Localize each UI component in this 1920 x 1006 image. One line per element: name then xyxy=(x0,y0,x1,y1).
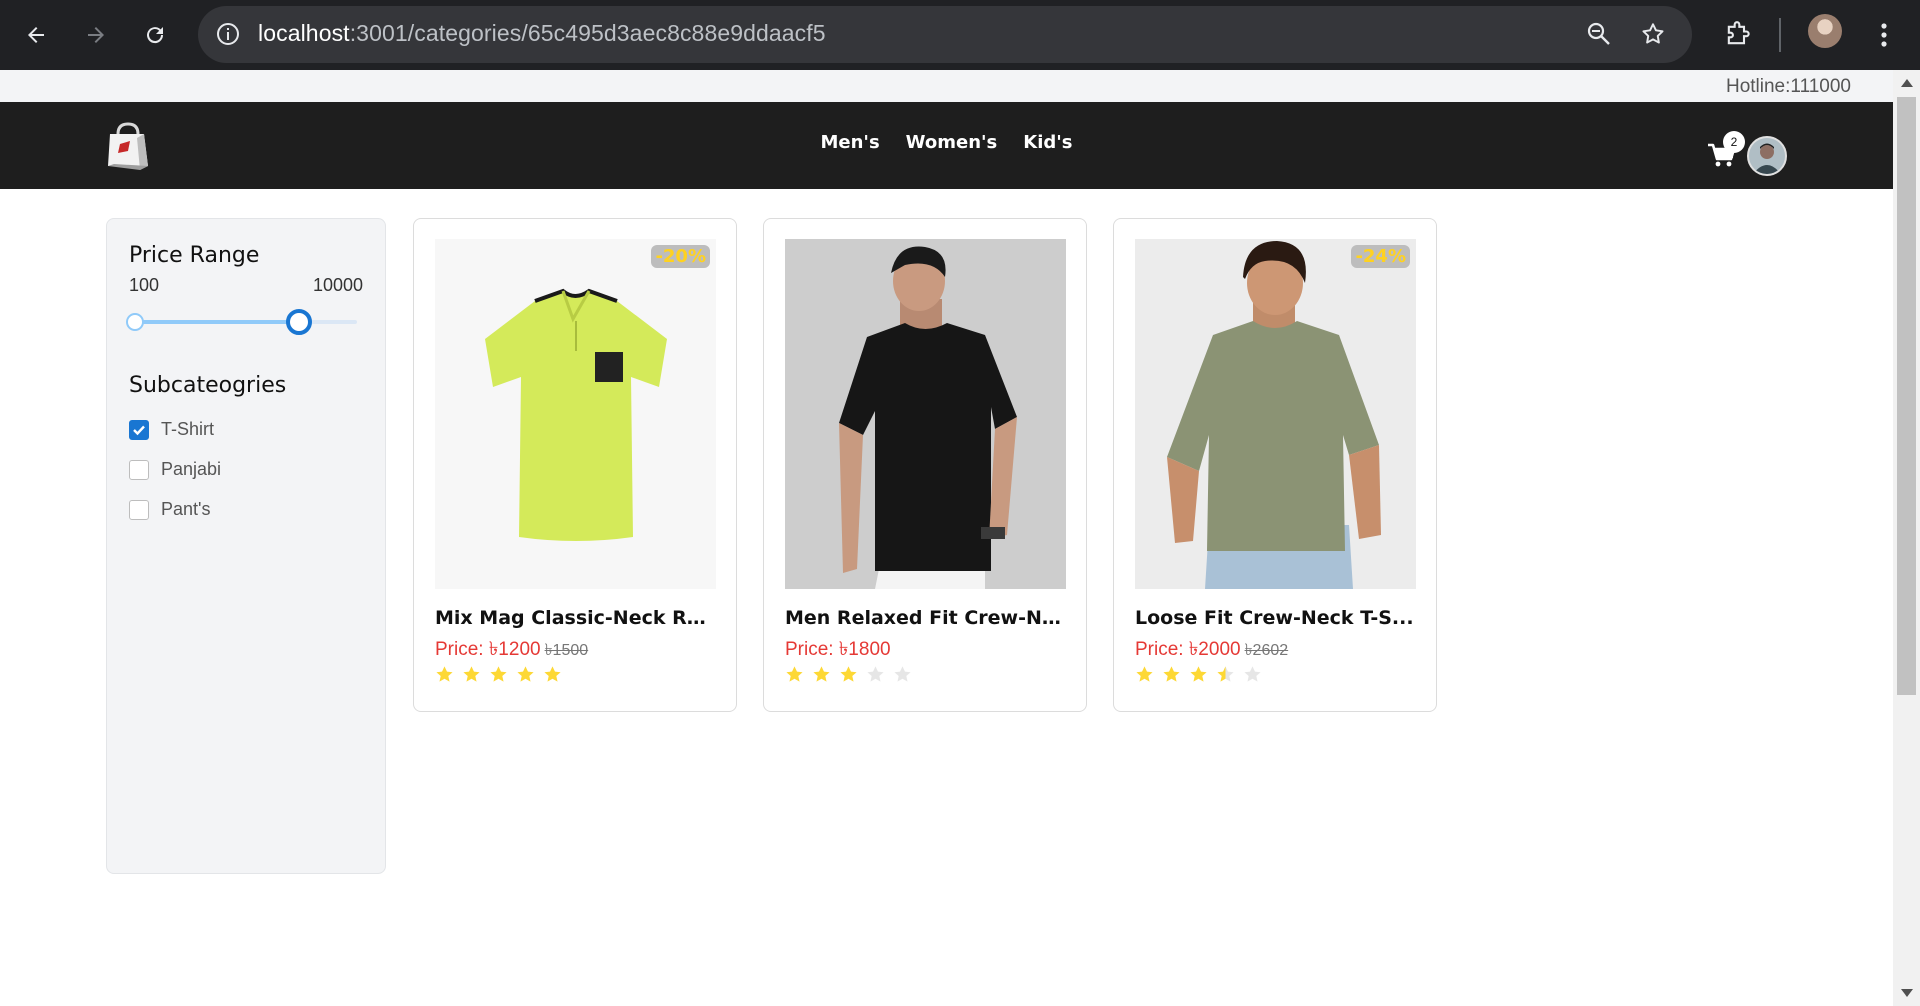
more-menu-icon[interactable] xyxy=(1863,14,1905,56)
product-card[interactable]: -20% Mix Mag Classic-Neck Re... Price: ৳… xyxy=(413,218,737,712)
star-filled-icon xyxy=(786,666,803,682)
price-slider-fill xyxy=(135,320,300,324)
current-price: Price: ৳2000 xyxy=(1135,639,1241,660)
main-navbar: Men's Women's Kid's 2 xyxy=(0,102,1893,189)
star-filled-icon xyxy=(463,666,480,682)
checkbox-panjabi[interactable] xyxy=(129,459,149,480)
web-page: Hotline:111000 Men's Women's Kid's 2 Pri… xyxy=(0,70,1893,1006)
product-title[interactable]: Men Relaxed Fit Crew-Ne... xyxy=(785,607,1067,629)
current-price: Price: ৳1800 xyxy=(785,639,891,660)
bookmark-star-icon[interactable] xyxy=(1632,13,1674,55)
price-slider-max-thumb[interactable] xyxy=(286,309,313,335)
price-range-values: 100 10000 xyxy=(129,275,363,296)
subcategory-tshirt[interactable]: T-Shirt xyxy=(129,419,214,440)
subcategory-label: Panjabi xyxy=(161,459,222,479)
star-filled-icon xyxy=(1163,666,1180,682)
star-filled-icon xyxy=(490,666,507,682)
product-card[interactable]: Men Relaxed Fit Crew-Ne... Price: ৳1800 xyxy=(763,218,1087,712)
hotline-bar: Hotline:111000 xyxy=(0,70,1893,102)
checkbox-tshirt[interactable] xyxy=(129,419,149,440)
scroll-up-arrow-icon[interactable] xyxy=(1897,74,1916,92)
browser-toolbar: localhost:3001/categories/65c495d3aec8c8… xyxy=(0,0,1920,70)
cart-count-badge: 2 xyxy=(1723,131,1745,153)
discount-badge: -24% xyxy=(1351,245,1410,268)
star-filled-icon xyxy=(517,666,534,682)
checkbox-pants[interactable] xyxy=(129,499,149,520)
zoom-icon[interactable] xyxy=(1578,13,1620,55)
star-filled-icon xyxy=(544,666,561,682)
nav-mens-link[interactable]: Men's xyxy=(821,132,880,153)
price-min-value: 100 xyxy=(129,275,160,295)
url-host: localhost xyxy=(258,20,350,46)
product-title[interactable]: Mix Mag Classic-Neck Re... xyxy=(435,607,717,629)
old-price: ৳1500 xyxy=(544,642,589,659)
subcategory-panjabi[interactable]: Panjabi xyxy=(129,459,221,480)
product-image-black-tshirt[interactable] xyxy=(785,239,1066,589)
scrollbar-thumb[interactable] xyxy=(1897,97,1916,695)
product-image-yellow-polo[interactable]: -20% xyxy=(435,239,716,589)
old-price: ৳2602 xyxy=(1244,642,1289,659)
profile-avatar[interactable] xyxy=(1808,14,1842,48)
user-avatar[interactable] xyxy=(1747,136,1787,176)
address-bar[interactable]: localhost:3001/categories/65c495d3aec8c8… xyxy=(198,6,1692,63)
price-range-title: Price Range xyxy=(129,243,260,268)
rating-stars xyxy=(435,665,562,684)
product-card[interactable]: -24% Loose Fit Crew-Neck T-S... Price: ৳… xyxy=(1113,218,1437,712)
rating-stars xyxy=(1135,665,1262,684)
subcategory-label: Pant's xyxy=(161,499,211,519)
star-empty-icon xyxy=(867,666,884,682)
scroll-down-arrow-icon[interactable] xyxy=(1897,984,1916,1002)
product-price: Price: ৳1800 xyxy=(785,635,891,667)
star-empty-icon xyxy=(894,666,911,682)
nav-womens-link[interactable]: Women's xyxy=(906,132,998,153)
star-empty-icon xyxy=(1244,666,1261,682)
subcategory-pants[interactable]: Pant's xyxy=(129,499,210,520)
product-title[interactable]: Loose Fit Crew-Neck T-S... xyxy=(1135,607,1417,629)
product-price: Price: ৳1200 ৳1500 xyxy=(435,635,588,667)
product-image-olive-tshirt[interactable]: -24% xyxy=(1135,239,1416,589)
star-filled-icon xyxy=(813,666,830,682)
discount-badge: -20% xyxy=(651,245,710,268)
price-slider-min-thumb[interactable] xyxy=(126,313,144,331)
star-filled-icon xyxy=(436,666,453,682)
star-half-icon xyxy=(1217,666,1234,682)
product-price: Price: ৳2000 ৳2602 xyxy=(1135,635,1288,667)
forward-icon[interactable] xyxy=(75,14,117,56)
toolbar-separator xyxy=(1779,18,1781,52)
subcategories-title: Subcateogries xyxy=(129,373,287,398)
url-text: localhost:3001/categories/65c495d3aec8c8… xyxy=(258,20,826,47)
site-info-icon[interactable] xyxy=(214,20,242,48)
filter-sidebar: Price Range 100 10000 Subcateogries T-Sh… xyxy=(106,218,386,874)
current-price: Price: ৳1200 xyxy=(435,639,541,660)
category-nav: Men's Women's Kid's xyxy=(0,132,1893,153)
hotline-text: Hotline:111000 xyxy=(1725,76,1851,97)
star-filled-icon xyxy=(840,666,857,682)
back-icon[interactable] xyxy=(15,14,57,56)
star-filled-icon xyxy=(1136,666,1153,682)
subcategory-label: T-Shirt xyxy=(161,419,215,439)
nav-kids-link[interactable]: Kid's xyxy=(1023,132,1072,153)
url-path: :3001/categories/65c495d3aec8c88e9ddaacf… xyxy=(349,20,826,46)
price-max-value: 10000 xyxy=(312,275,363,295)
rating-stars xyxy=(785,665,912,684)
extensions-icon[interactable] xyxy=(1716,14,1758,56)
reload-icon[interactable] xyxy=(134,14,176,56)
star-filled-icon xyxy=(1190,666,1207,682)
